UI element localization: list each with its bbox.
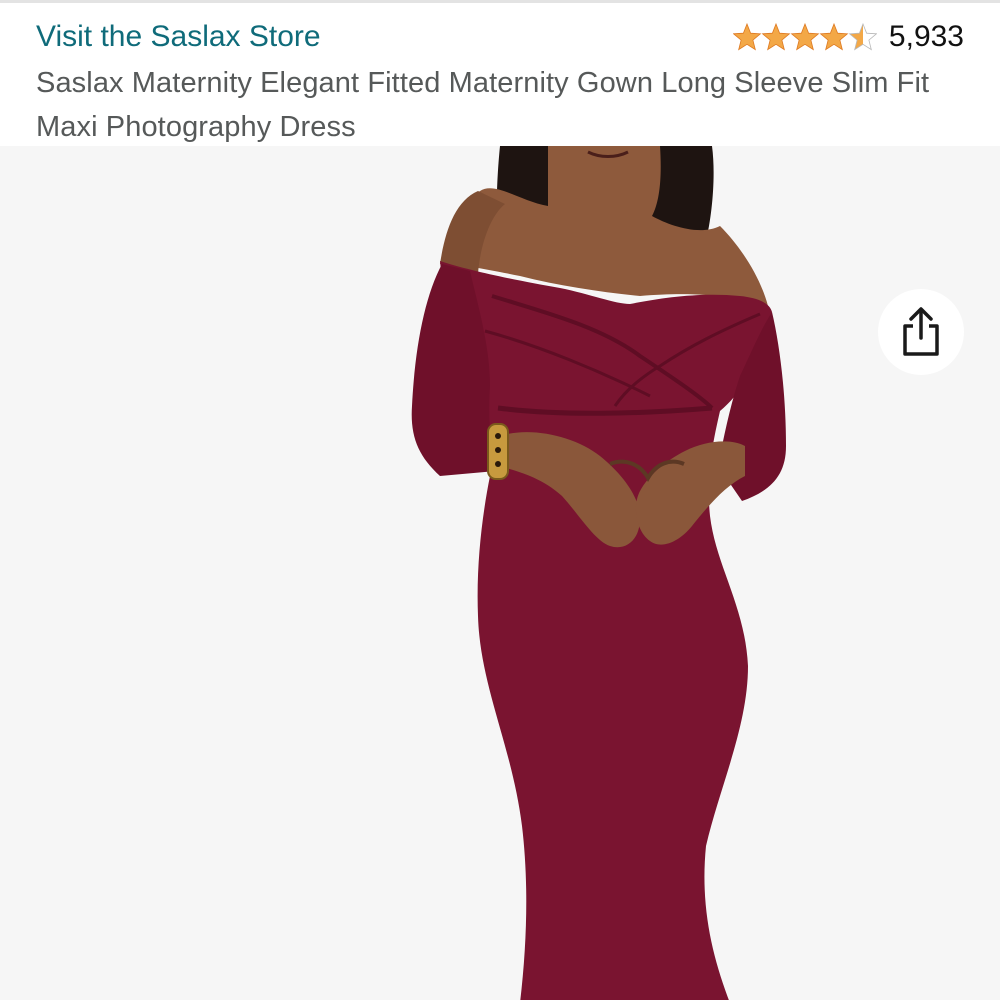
- product-header: Visit the Saslax Store 5,933 Saslax Mate…: [0, 3, 1000, 143]
- product-page: Visit the Saslax Store 5,933 Saslax Mate…: [0, 0, 1000, 1000]
- share-icon: [903, 307, 939, 356]
- rating-summary[interactable]: 5,933: [733, 17, 964, 57]
- star-rating-icon: [733, 22, 877, 52]
- product-photo[interactable]: [0, 146, 1000, 1000]
- product-title: Saslax Maternity Elegant Fitted Maternit…: [36, 67, 930, 143]
- share-button[interactable]: [878, 289, 964, 375]
- rating-count[interactable]: 5,933: [889, 17, 964, 57]
- product-image-gallery[interactable]: [0, 146, 1000, 1000]
- visit-store-link[interactable]: Visit the Saslax Store: [36, 17, 321, 57]
